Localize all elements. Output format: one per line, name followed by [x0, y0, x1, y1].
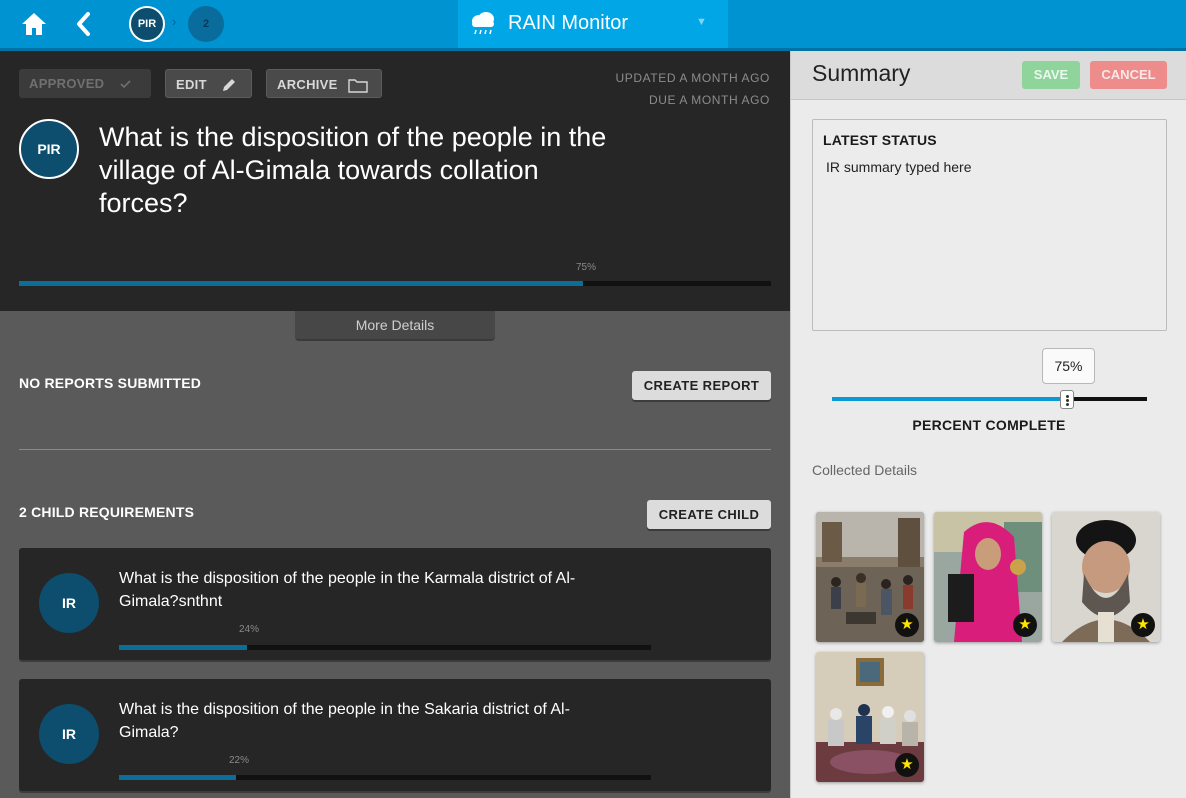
approved-label: APPROVED — [29, 76, 105, 91]
star-icon[interactable]: ★ — [895, 613, 919, 637]
archive-button[interactable]: ARCHIVE — [266, 69, 382, 98]
approved-button[interactable]: APPROVED — [19, 69, 151, 98]
child-title: What is the disposition of the people in… — [119, 701, 570, 741]
child-title: What is the disposition of the people in… — [119, 570, 576, 610]
child-progress-label: 24% — [239, 624, 260, 635]
pir-progress-label: 75% — [576, 262, 597, 273]
pencil-icon — [223, 79, 235, 91]
star-icon[interactable]: ★ — [1131, 613, 1155, 637]
pir-header: APPROVED EDIT ARCHIVE UPDATED A MONTH AG… — [0, 51, 790, 311]
summary-header: Summary SAVE CANCEL — [791, 51, 1186, 100]
percent-complete-label: PERCENT COMPLETE — [912, 417, 1066, 433]
cleric-portrait-photo[interactable]: ★ — [1052, 512, 1160, 642]
check-icon — [120, 80, 131, 89]
percent-slider[interactable] — [832, 397, 1147, 401]
summary-panel: Summary SAVE CANCEL LATEST STATUS IR sum… — [790, 51, 1186, 798]
back-icon[interactable] — [74, 11, 94, 37]
cancel-button[interactable]: CANCEL — [1090, 61, 1167, 89]
slider-handle[interactable] — [1060, 390, 1074, 409]
caret-down-icon: ▼ — [696, 16, 707, 28]
star-icon[interactable]: ★ — [1013, 613, 1037, 637]
latest-status-text[interactable]: IR summary typed here — [826, 159, 972, 175]
child-progress-label: 22% — [229, 755, 250, 766]
due-timestamp: DUE A MONTH AGO — [648, 93, 770, 107]
percent-tooltip: 75% — [1042, 348, 1095, 384]
girl-portrait-photo[interactable]: ★ — [934, 512, 1042, 642]
meeting-room-photo[interactable]: ★ — [816, 652, 924, 782]
ir-badge: IR — [39, 704, 99, 764]
market-crowd-photo[interactable]: ★ — [816, 512, 924, 642]
app-switcher[interactable]: RAIN Monitor ▼ — [458, 0, 728, 48]
star-icon[interactable]: ★ — [895, 753, 919, 777]
percent-slider-fill — [832, 397, 1069, 401]
rain-cloud-icon — [472, 12, 494, 35]
latest-status-field[interactable]: LATEST STATUS IR summary typed here — [812, 119, 1167, 331]
archive-label: ARCHIVE — [277, 77, 338, 92]
create-report-button[interactable]: CREATE REPORT — [632, 371, 771, 400]
home-icon[interactable] — [20, 10, 48, 38]
breadcrumb-pir[interactable]: PIR — [129, 6, 165, 42]
top-nav-bar: PIR › 2 RAIN Monitor ▼ — [0, 0, 1186, 48]
collected-details-label: Collected Details — [812, 462, 918, 478]
pir-badge: PIR — [19, 119, 79, 179]
child-progress-fill — [119, 645, 247, 650]
child-requirement-card[interactable]: IR What is the disposition of the people… — [19, 679, 771, 791]
summary-title: Summary — [812, 60, 911, 86]
create-child-button[interactable]: CREATE CHILD — [647, 500, 771, 529]
pir-progress-fill — [19, 281, 583, 286]
folder-icon — [348, 79, 368, 93]
edit-label: EDIT — [176, 77, 207, 92]
pir-progress-bar — [19, 281, 771, 286]
chevron-right-icon: › — [172, 14, 177, 29]
more-details-button[interactable]: More Details — [295, 311, 495, 341]
save-button[interactable]: SAVE — [1022, 61, 1080, 89]
child-progress-fill — [119, 775, 237, 780]
child-requirement-card[interactable]: IR What is the disposition of the people… — [19, 548, 771, 660]
updated-timestamp: UPDATED A MONTH AGO — [615, 71, 770, 85]
ir-badge: IR — [39, 573, 99, 633]
app-title: RAIN Monitor — [508, 12, 629, 34]
latest-status-label: LATEST STATUS — [823, 132, 937, 148]
section-divider — [19, 449, 771, 450]
children-heading: 2 CHILD REQUIREMENTS — [19, 504, 195, 520]
pir-title: What is the disposition of the people in… — [99, 122, 607, 218]
reports-heading: NO REPORTS SUBMITTED — [19, 375, 202, 391]
edit-button[interactable]: EDIT — [165, 69, 252, 98]
breadcrumb-child[interactable]: 2 — [188, 6, 224, 42]
child-progress-bar — [119, 775, 651, 780]
child-progress-bar — [119, 645, 651, 650]
